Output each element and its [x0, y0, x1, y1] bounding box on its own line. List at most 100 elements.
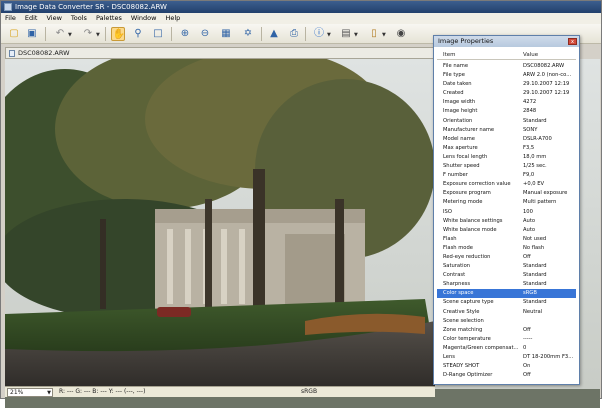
palette-icon[interactable]: ▯ — [367, 27, 381, 41]
property-row[interactable]: Orientation Standard — [437, 117, 576, 126]
property-row[interactable]: F number F9,0 — [437, 171, 576, 180]
property-value: F9,0 — [523, 172, 535, 179]
palette-title-bar[interactable]: Image Properties x — [434, 36, 579, 47]
app-window: Image Data Converter SR - DSC08082.ARW F… — [0, 0, 602, 408]
property-row[interactable]: Date taken 29.10.2007 12:19 — [437, 80, 576, 89]
menu-file[interactable]: File — [5, 13, 16, 24]
property-row[interactable]: File name DSC08082.ARW — [437, 62, 576, 71]
property-row[interactable]: Red-eye reduction Off — [437, 253, 576, 262]
property-row[interactable]: Saturation Standard — [437, 262, 576, 271]
pixel-readout: R: --- G: --- B: --- Y: --- (---, ---) — [59, 388, 146, 395]
crop-icon[interactable]: □ — [151, 27, 165, 41]
menu-tools[interactable]: Tools — [71, 13, 87, 24]
property-row[interactable]: Model name DSLR-A700 — [437, 135, 576, 144]
property-row[interactable]: D-Range Optimizer Off — [437, 371, 576, 380]
property-value: Standard — [523, 299, 547, 306]
export-icon[interactable]: ▲ — [267, 27, 281, 41]
property-value: Off — [523, 253, 531, 260]
property-row[interactable]: Created 29.10.2007 12:19 — [437, 89, 576, 98]
menu-view[interactable]: View — [46, 13, 61, 24]
property-row[interactable]: Max aperture F3,5 — [437, 144, 576, 153]
property-row[interactable]: Creative Style Neutral — [437, 308, 576, 317]
property-value: On — [523, 363, 531, 370]
chevron-down-icon: ▼ — [47, 390, 51, 396]
redo-icon[interactable]: ↷ — [81, 27, 95, 41]
title-bar[interactable]: Image Data Converter SR - DSC08082.ARW — [1, 1, 601, 13]
property-row[interactable]: Metering mode Multi pattern — [437, 198, 576, 207]
hand-icon[interactable]: ✋ — [111, 27, 125, 41]
column-header-item[interactable]: Item — [443, 51, 456, 60]
property-name: Created — [443, 90, 464, 97]
property-name: Contrast — [443, 272, 466, 279]
property-row[interactable]: Flash mode No flash — [437, 244, 576, 253]
property-row[interactable]: Manufacturer name SONY — [437, 126, 576, 135]
fit-icon[interactable]: ▦ — [219, 27, 233, 41]
document-tab[interactable]: DSC08082.ARW — [5, 47, 435, 59]
property-value: SONY — [523, 126, 538, 133]
save-icon[interactable]: ▣ — [25, 27, 39, 41]
property-row[interactable]: Lens DT 18-200mm F3... — [437, 353, 576, 362]
zoom-in-icon[interactable]: ⊕ — [178, 27, 192, 41]
zoom-value: 21% — [10, 389, 24, 396]
property-value: Neutral — [523, 308, 543, 315]
property-row[interactable]: Contrast Standard — [437, 271, 576, 280]
property-row[interactable]: Exposure program Manual exposure — [437, 189, 576, 198]
property-name: F number — [443, 172, 468, 179]
property-name: STEADY SHOT — [443, 363, 480, 370]
menu-edit[interactable]: Edit — [25, 13, 38, 24]
print-icon[interactable]: ⎙ — [287, 27, 301, 41]
properties-list: File name DSC08082.ARW File type ARW 2.0 (n… — [437, 62, 576, 380]
actual-size-icon[interactable]: ✡ — [241, 27, 255, 41]
property-row[interactable]: Scene capture type Standard — [437, 298, 576, 307]
menu-palettes[interactable]: Palettes — [96, 13, 122, 24]
property-row[interactable]: STEADY SHOT On — [437, 362, 576, 371]
layout-icon[interactable]: ▤ — [339, 27, 353, 41]
camera-icon[interactable]: ◉ — [394, 27, 408, 41]
property-name: Creative Style — [443, 308, 480, 315]
property-row[interactable]: Shutter speed 1/25 sec. — [437, 162, 576, 171]
property-row[interactable]: Sharpness Standard — [437, 280, 576, 289]
info-icon[interactable]: ⓘ — [312, 27, 326, 41]
property-row[interactable]: Image height 2848 — [437, 107, 576, 116]
document-title: DSC08082.ARW — [18, 49, 70, 57]
zoom-icon[interactable]: ⚲ — [131, 27, 145, 41]
property-value: Standard — [523, 272, 547, 279]
window-title: Image Data Converter SR - DSC08082.ARW — [15, 3, 167, 11]
undo-icon[interactable]: ↶ — [53, 27, 67, 41]
property-row[interactable]: Exposure correction value +0,0 EV — [437, 180, 576, 189]
property-value: Auto — [523, 217, 536, 224]
property-row[interactable]: Lens focal length 18,0 mm — [437, 153, 576, 162]
property-value: +0,0 EV — [523, 181, 545, 188]
column-header-value[interactable]: Value — [523, 51, 538, 60]
property-row[interactable]: Scene selection — [437, 317, 576, 326]
zoom-out-icon[interactable]: ⊖ — [198, 27, 212, 41]
property-row[interactable]: ISO 100 — [437, 208, 576, 217]
property-name: Date taken — [443, 81, 472, 88]
property-value: 18,0 mm — [523, 153, 547, 160]
property-row[interactable]: Image width 4272 — [437, 98, 576, 107]
property-row[interactable]: Zone matching Off — [437, 326, 576, 335]
property-row[interactable]: White balance settings Auto — [437, 217, 576, 226]
menu-window[interactable]: Window — [131, 13, 157, 24]
open-icon[interactable]: ▢ — [7, 27, 21, 41]
property-name: Exposure correction value — [443, 181, 511, 188]
property-value: 29.10.2007 12:19 — [523, 81, 570, 88]
property-row[interactable]: Color temperature ----- — [437, 335, 576, 344]
menu-help[interactable]: Help — [165, 13, 180, 24]
menu-bar: File Edit View Tools Palettes Window Hel… — [1, 13, 601, 24]
property-value: No flash — [523, 244, 545, 251]
property-row[interactable]: File type ARW 2.0 (non-co... — [437, 71, 576, 80]
properties-header: Item Value — [437, 51, 576, 60]
palette-title: Image Properties — [438, 37, 494, 45]
property-row[interactable]: Color space sRGB — [437, 289, 576, 299]
property-row[interactable]: Magenta/Green compensat... 0 — [437, 344, 576, 353]
property-row[interactable]: Flash Not used — [437, 235, 576, 244]
zoom-select[interactable]: 21% ▼ — [7, 388, 53, 397]
close-icon[interactable]: x — [568, 38, 577, 45]
property-name: Image height — [443, 108, 478, 115]
property-value: 4272 — [523, 99, 537, 106]
property-name: Red-eye reduction — [443, 253, 491, 260]
property-value: Manual exposure — [523, 190, 568, 197]
property-name: Manufacturer name — [443, 126, 495, 133]
property-row[interactable]: White balance mode Auto — [437, 226, 576, 235]
